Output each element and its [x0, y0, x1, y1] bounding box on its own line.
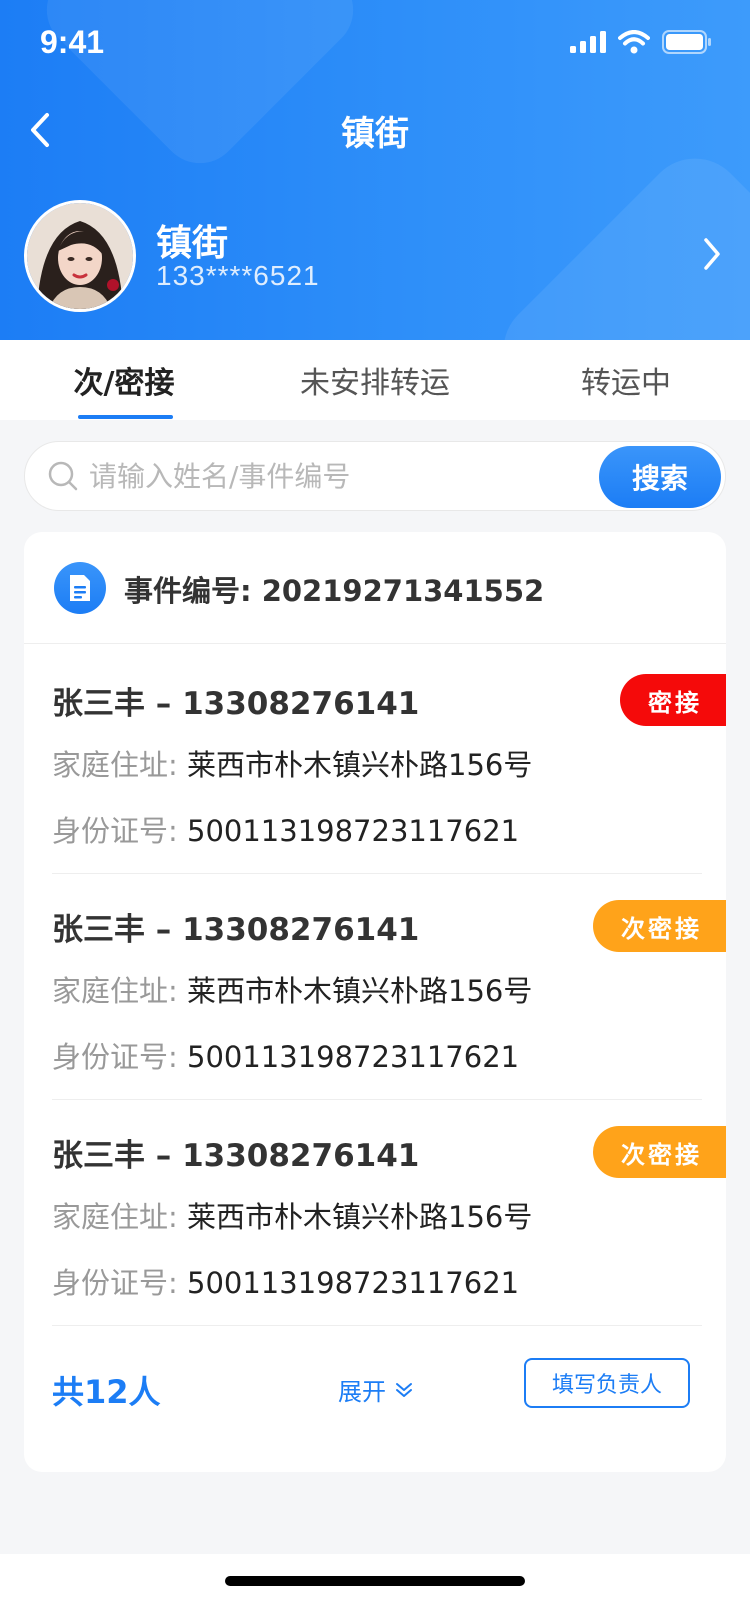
address-value: 莱西市朴木镇兴朴路156号 — [187, 748, 533, 782]
address-label: 家庭住址: — [52, 974, 178, 1008]
id-value: 500113198723117621 — [187, 814, 520, 848]
address-label: 家庭住址: — [52, 1200, 178, 1234]
status-bar: 9:41 — [0, 0, 750, 88]
event-card: 事件编号: 20219271341552 张三丰 – 13308276141 密… — [24, 532, 726, 1472]
address-value: 莱西市朴木镇兴朴路156号 — [187, 974, 533, 1008]
person-item[interactable]: 张三丰 – 13308276141 次密接 家庭住址: 莱西市朴木镇兴朴路156… — [52, 1096, 726, 1326]
person-name-phone: 张三丰 – 13308276141 — [52, 686, 420, 722]
id-label: 身份证号: — [52, 1040, 178, 1074]
active-tab-indicator — [78, 415, 173, 419]
person-item[interactable]: 张三丰 – 13308276141 次密接 家庭住址: 莱西市朴木镇兴朴路156… — [52, 870, 726, 1100]
page-title: 镇街 — [341, 114, 409, 154]
search-icon — [48, 461, 78, 491]
address-row: 家庭住址: 莱西市朴木镇兴朴路156号 — [52, 742, 532, 784]
id-value: 500113198723117621 — [187, 1266, 520, 1300]
card-footer: 共12人 展开 填写负责人 — [24, 1332, 726, 1472]
id-row: 身份证号: 500113198723117621 — [52, 1034, 519, 1076]
id-row: 身份证号: 500113198723117621 — [52, 1260, 519, 1302]
id-value: 500113198723117621 — [187, 1040, 520, 1074]
address-row: 家庭住址: 莱西市朴木镇兴朴路156号 — [52, 1194, 532, 1236]
contact-type-badge: 次密接 — [593, 1126, 726, 1178]
address-label: 家庭住址: — [52, 748, 178, 782]
battery-icon — [662, 30, 711, 54]
expand-label: 展开 — [338, 1378, 386, 1406]
person-name-phone: 张三丰 – 13308276141 — [52, 912, 420, 948]
chevron-double-down-icon — [396, 1382, 412, 1397]
signal-icon — [570, 31, 606, 53]
person-item[interactable]: 张三丰 – 13308276141 密接 家庭住址: 莱西市朴木镇兴朴路156号… — [52, 644, 726, 874]
tab-bar: 次/密接 未安排转运 转运中 — [0, 340, 750, 420]
avatar — [24, 200, 136, 312]
tab-in-transfer[interactable]: 转运中 — [546, 340, 706, 420]
status-icons — [570, 30, 712, 54]
contact-type-badge: 密接 — [620, 674, 726, 726]
tab-unscheduled-transfer[interactable]: 未安排转运 — [280, 340, 470, 420]
profile-name: 镇街 — [156, 223, 229, 264]
id-label: 身份证号: — [52, 814, 178, 848]
address-value: 莱西市朴木镇兴朴路156号 — [187, 1200, 533, 1234]
search-input[interactable] — [89, 454, 579, 498]
id-label: 身份证号: — [52, 1266, 178, 1300]
profile-phone: 133****6521 — [156, 260, 320, 291]
divider — [52, 1325, 702, 1326]
wifi-icon — [618, 30, 650, 54]
chevron-right-icon — [704, 238, 720, 270]
id-row: 身份证号: 500113198723117621 — [52, 808, 519, 850]
profile-section[interactable]: 镇街 133****6521 — [24, 200, 726, 312]
profile-arrow[interactable] — [696, 234, 726, 274]
bottom-bar — [0, 1554, 750, 1624]
search-button[interactable]: 搜索 — [599, 446, 721, 508]
event-number: 事件编号: 20219271341552 — [124, 574, 545, 608]
home-indicator[interactable] — [225, 1576, 525, 1586]
total-count: 共12人 — [52, 1373, 161, 1411]
person-name-phone: 张三丰 – 13308276141 — [52, 1138, 420, 1174]
header-banner: 9:41 镇街 镇街 133****6521 — [0, 0, 750, 340]
status-time: 9:41 — [40, 24, 105, 60]
document-icon — [54, 562, 106, 614]
fill-responsible-button[interactable]: 填写负责人 — [524, 1358, 690, 1408]
search-bar: 搜索 — [24, 441, 726, 511]
contact-type-badge: 次密接 — [593, 900, 726, 952]
event-header: 事件编号: 20219271341552 — [24, 532, 726, 644]
tab-contacts[interactable]: 次/密接 — [44, 340, 204, 420]
expand-button[interactable]: 展开 — [338, 1372, 414, 1407]
address-row: 家庭住址: 莱西市朴木镇兴朴路156号 — [52, 968, 532, 1010]
